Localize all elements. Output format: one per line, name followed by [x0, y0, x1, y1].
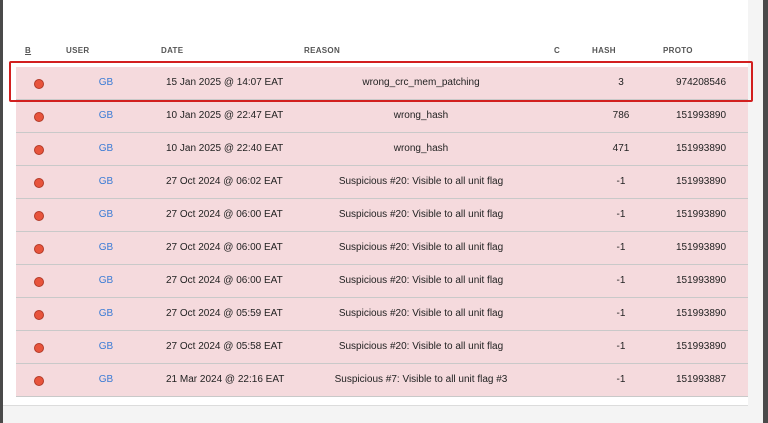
- header-b[interactable]: B: [25, 46, 31, 55]
- hash-count-cell: 471: [612, 143, 630, 154]
- user-link[interactable]: GB: [76, 232, 136, 264]
- status-red-circle-icon: [34, 343, 44, 353]
- user-link[interactable]: GB: [76, 166, 136, 198]
- date-cell: 27 Oct 2024 @ 06:00 EAT: [166, 275, 283, 286]
- status-red-circle-icon: [34, 178, 44, 188]
- reason-cell: wrong_crc_mem_patching: [362, 77, 480, 88]
- table-row[interactable]: GB 27 Oct 2024 @ 06:00 EAT Suspicious #20:…: [16, 199, 748, 232]
- header-hash[interactable]: HASH: [592, 46, 616, 55]
- user-link[interactable]: GB: [76, 199, 136, 231]
- proto-cell: 151993890: [675, 275, 727, 286]
- hash-count-cell: -1: [616, 176, 626, 187]
- status-red-circle-icon: [34, 244, 44, 254]
- date-cell: 10 Jan 2025 @ 22:40 EAT: [166, 143, 284, 154]
- reason-cell: Suspicious #20: Visible to all unit flag: [338, 176, 504, 187]
- hash-count-cell: -1: [616, 308, 626, 319]
- ban-log-panel: B USER DATE REASON C HASH PROTO GB 15 Jan…: [3, 0, 763, 423]
- status-red-circle-icon: [34, 376, 44, 386]
- table-row[interactable]: GB 15 Jan 2025 @ 14:07 EAT wrong_crc_mem_p…: [16, 67, 748, 100]
- proto-cell: 151993890: [675, 143, 727, 154]
- table-row[interactable]: GB 10 Jan 2025 @ 22:47 EAT wrong_hash 786 15…: [16, 100, 748, 133]
- reason-cell: Suspicious #20: Visible to all unit flag: [338, 209, 504, 220]
- reason-cell: Suspicious #20: Visible to all unit flag: [338, 341, 504, 352]
- proto-cell: 151993887: [675, 374, 727, 385]
- proto-cell: 151993890: [675, 209, 727, 220]
- status-red-circle-icon: [34, 211, 44, 221]
- table-row[interactable]: GB 27 Oct 2024 @ 06:00 EAT Suspicious #20:…: [16, 232, 748, 265]
- date-cell: 27 Oct 2024 @ 06:00 EAT: [166, 242, 283, 253]
- reason-cell: Suspicious #20: Visible to all unit flag: [338, 242, 504, 253]
- table-container: B USER DATE REASON C HASH PROTO GB 15 Jan…: [3, 0, 748, 406]
- table-row[interactable]: GB 10 Jan 2025 @ 22:40 EAT wrong_hash 471 15…: [16, 133, 748, 166]
- proto-cell: 974208546: [675, 77, 727, 88]
- reason-cell: Suspicious #20: Visible to all unit flag: [338, 275, 504, 286]
- user-link[interactable]: GB: [76, 133, 136, 165]
- date-cell: 27 Oct 2024 @ 05:58 EAT: [166, 341, 283, 352]
- table-row[interactable]: GB 21 Mar 2024 @ 22:16 EAT Suspicious #7: …: [16, 364, 748, 397]
- user-link[interactable]: GB: [76, 364, 136, 396]
- table-row[interactable]: GB 27 Oct 2024 @ 05:59 EAT Suspicious #20:…: [16, 298, 748, 331]
- proto-cell: 151993890: [675, 176, 727, 187]
- date-cell: 21 Mar 2024 @ 22:16 EAT: [166, 374, 285, 385]
- reason-cell: Suspicious #7: Visible to all unit flag …: [334, 374, 508, 385]
- hash-count-cell: -1: [616, 209, 626, 220]
- hash-count-cell: 3: [618, 77, 624, 88]
- reason-cell: Suspicious #20: Visible to all unit flag: [338, 308, 504, 319]
- proto-cell: 151993890: [675, 341, 727, 352]
- header-reason[interactable]: REASON: [304, 46, 340, 55]
- header-proto[interactable]: PROTO: [663, 46, 693, 55]
- status-red-circle-icon: [34, 112, 44, 122]
- user-link[interactable]: GB: [76, 331, 136, 363]
- table-row[interactable]: GB 27 Oct 2024 @ 06:02 EAT Suspicious #20:…: [16, 166, 748, 199]
- hash-count-cell: -1: [616, 242, 626, 253]
- date-cell: 27 Oct 2024 @ 05:59 EAT: [166, 308, 283, 319]
- reason-cell: wrong_hash: [393, 110, 449, 121]
- user-link[interactable]: GB: [76, 265, 136, 297]
- date-cell: 27 Oct 2024 @ 06:00 EAT: [166, 209, 283, 220]
- hash-count-cell: -1: [616, 275, 626, 286]
- date-cell: 10 Jan 2025 @ 22:47 EAT: [166, 110, 284, 121]
- status-red-circle-icon: [34, 145, 44, 155]
- hash-count-cell: -1: [616, 374, 626, 385]
- header-date[interactable]: DATE: [161, 46, 183, 55]
- status-red-circle-icon: [34, 310, 44, 320]
- scrollbar-track[interactable]: [748, 0, 763, 423]
- user-link[interactable]: GB: [76, 298, 136, 330]
- user-link[interactable]: GB: [76, 100, 136, 132]
- date-cell: 15 Jan 2025 @ 14:07 EAT: [166, 77, 284, 88]
- header-user[interactable]: USER: [66, 46, 89, 55]
- user-link[interactable]: GB: [76, 67, 136, 99]
- proto-cell: 151993890: [675, 110, 727, 121]
- proto-cell: 151993890: [675, 242, 727, 253]
- table-row[interactable]: GB 27 Oct 2024 @ 05:58 EAT Suspicious #20:…: [16, 331, 748, 364]
- hash-count-cell: -1: [616, 341, 626, 352]
- table-row[interactable]: GB 27 Oct 2024 @ 06:00 EAT Suspicious #20:…: [16, 265, 748, 298]
- hash-count-cell: 786: [612, 110, 630, 121]
- date-cell: 27 Oct 2024 @ 06:02 EAT: [166, 176, 283, 187]
- table-body: GB 15 Jan 2025 @ 14:07 EAT wrong_crc_mem_p…: [16, 67, 748, 397]
- reason-cell: wrong_hash: [393, 143, 449, 154]
- header-c[interactable]: C: [554, 46, 560, 55]
- status-red-circle-icon: [34, 277, 44, 287]
- proto-cell: 151993890: [675, 308, 727, 319]
- status-red-circle-icon: [34, 79, 44, 89]
- table-header: B USER DATE REASON C HASH PROTO: [3, 44, 748, 60]
